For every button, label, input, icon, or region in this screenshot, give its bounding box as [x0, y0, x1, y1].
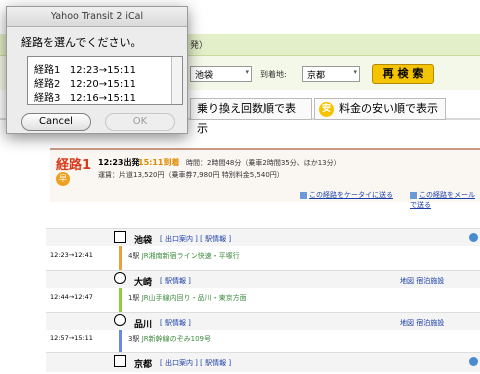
route-time: 12:16→15:11	[69, 93, 136, 104]
send-to-mobile-label: この経路をケータイに送る	[309, 191, 393, 199]
send-to-mobile-link[interactable]: この経路をケータイに送る	[300, 190, 393, 200]
route-list[interactable]: 経路1 12:23→15:11 経路2 12:20→15:11 経路3 12:1…	[27, 56, 183, 105]
globe-icon[interactable]	[469, 357, 478, 366]
station-links[interactable]: [ 出口案内 ] [ 駅情報 ]	[160, 234, 231, 244]
route-fare: 運賃：片道13,520円（乗車券7,980円 特別料金5,540円）	[98, 171, 284, 179]
cheap-icon: 安	[319, 102, 334, 117]
station-row	[46, 352, 480, 372]
segment-time: 12:44→12:47	[50, 293, 93, 301]
route-picker-dialog: Yahoo Transit 2 iCal 経路を選んでください。 経路1 12:…	[6, 6, 188, 134]
send-by-mail-label: この経路をメールで送る	[410, 191, 475, 209]
station-links[interactable]: [ 出口案内 ] [ 駅情報 ]	[160, 358, 231, 368]
station-links[interactable]: [ 駅情報 ]	[160, 318, 191, 328]
from-station-value: 池袋	[195, 71, 214, 81]
station-name: 京都	[134, 360, 153, 370]
to-station-select[interactable]: 京都 ▾	[302, 66, 360, 82]
tab-sort-fare-label: 料金の安い順で表示	[339, 102, 438, 115]
transfer-station-icon	[114, 272, 126, 284]
segment-info: 4駅 JR湘南新宿ライン快速・平塚行	[128, 251, 240, 261]
chevron-down-icon: ▾	[353, 68, 357, 76]
route-duration: 時間：2時間48分（乗車2時間35分、ほか13分）	[186, 159, 341, 167]
station-links[interactable]: [ 駅情報 ]	[160, 276, 191, 286]
cancel-button[interactable]: Cancel	[21, 113, 91, 131]
segment-line-name[interactable]: JR新幹線のぞみ109号	[142, 335, 211, 343]
segment-stops: 4駅	[128, 252, 140, 260]
hotel-link[interactable]: 宿泊施設	[416, 319, 444, 327]
to-station-value: 京都	[307, 71, 326, 81]
fastest-badge-icon: 早	[56, 172, 70, 186]
dialog-prompt: 経路を選んでください。	[21, 36, 142, 49]
segment-line-2	[119, 288, 122, 312]
send-by-mail-link[interactable]: この経路をメールで送る	[410, 190, 480, 210]
segment-info: 1駅 JR山手線内回り・品川・東京方面	[128, 293, 247, 303]
mobile-icon	[300, 191, 307, 199]
ok-button[interactable]: OK	[105, 113, 175, 131]
route-label: 経路3	[34, 93, 61, 104]
segment-time: 12:57→15:11	[50, 334, 93, 342]
arrival-time: 15:11到着	[138, 158, 180, 167]
map-links[interactable]: 地図 宿泊施設	[400, 318, 444, 328]
tab-sort-transfers[interactable]: 乗り換え回数順で表示	[190, 98, 312, 135]
transfer-station-icon	[114, 314, 126, 326]
list-scrollbar[interactable]	[171, 57, 182, 104]
map-link[interactable]: 地図	[400, 277, 414, 285]
segment-line-1	[119, 246, 122, 270]
origin-station-icon	[114, 231, 126, 243]
segment-stops: 3駅	[128, 335, 140, 343]
research-button[interactable]: 再 検 索	[372, 64, 434, 84]
segment-line-name[interactable]: JR山手線内回り・品川・東京方面	[142, 294, 247, 302]
station-name: 品川	[134, 320, 153, 330]
hotel-link[interactable]: 宿泊施設	[416, 277, 444, 285]
segment-stops: 1駅	[128, 294, 140, 302]
route-list-item[interactable]: 経路1 12:23→15:11	[34, 61, 136, 76]
globe-icon[interactable]	[469, 233, 478, 242]
tab-sort-fare[interactable]: 安 料金の安い順で表示	[314, 98, 446, 120]
station-name: 池袋	[134, 236, 153, 246]
segment-info: 3駅 JR新幹線のぞみ109号	[128, 334, 211, 344]
segment-line-name[interactable]: JR湘南新宿ライン快速・平塚行	[142, 252, 240, 260]
to-station-label: 到着地:	[260, 70, 287, 79]
search-heading-text: 発）	[190, 41, 209, 51]
route-list-item[interactable]: 経路3 12:16→15:11	[34, 89, 136, 104]
from-station-select[interactable]: 池袋 ▾	[190, 66, 252, 82]
station-name: 大崎	[134, 278, 153, 288]
map-links[interactable]: 地図 宿泊施設	[400, 276, 444, 286]
segment-time: 12:23→12:41	[50, 251, 93, 259]
chevron-down-icon: ▾	[245, 68, 249, 76]
segment-line-3	[119, 330, 122, 352]
route-name: 経路1	[56, 158, 92, 173]
route-list-item[interactable]: 経路2 12:20→15:11	[34, 75, 136, 90]
dialog-title: Yahoo Transit 2 iCal	[7, 7, 187, 27]
destination-station-icon	[114, 355, 126, 367]
map-link[interactable]: 地図	[400, 319, 414, 327]
mail-icon	[410, 191, 417, 199]
station-row	[46, 228, 480, 246]
departure-time: 12:23出発	[98, 158, 140, 167]
